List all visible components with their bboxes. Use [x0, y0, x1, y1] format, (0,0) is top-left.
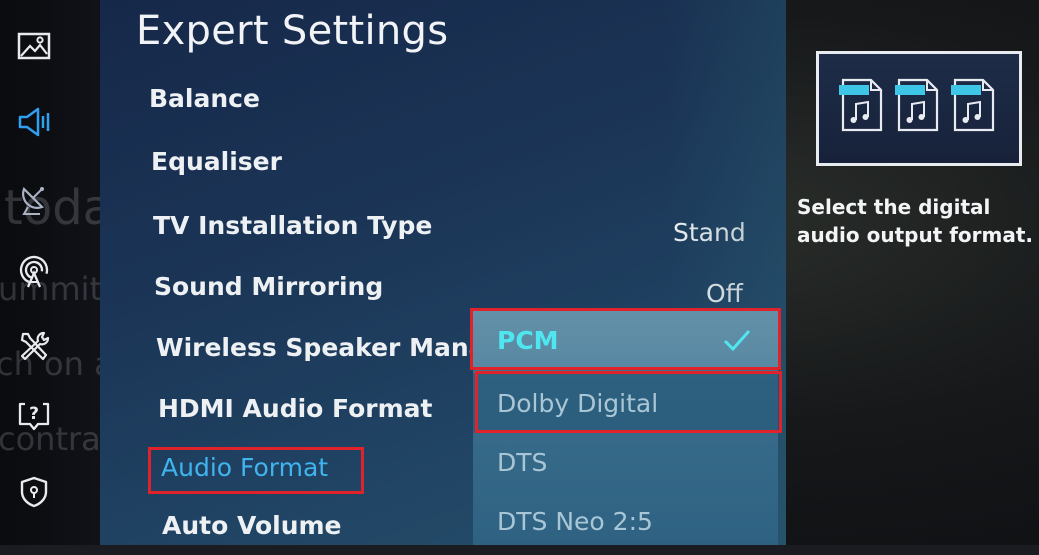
antenna-icon [19, 255, 49, 288]
menu-item-balance[interactable]: Balance [149, 84, 260, 113]
tools-icon [20, 331, 50, 361]
setting-description: Select the digital audio output format. [797, 195, 1034, 247]
option-label: DTS [497, 447, 548, 477]
svg-text:?: ? [29, 404, 39, 424]
speaker-icon [18, 107, 50, 137]
annotation-box [148, 447, 364, 494]
sidebar-item-privacy[interactable] [14, 474, 54, 510]
menu-item-hdmi-audio-format[interactable]: HDMI Audio Format [158, 394, 433, 423]
info-panel: Select the digital audio output format. [786, 0, 1039, 545]
shield-icon [20, 476, 48, 508]
sidebar-item-sound[interactable] [14, 104, 54, 140]
audio-file-icon [839, 78, 883, 132]
audio-file-icon [951, 78, 995, 132]
sidebar-item-picture[interactable] [14, 28, 54, 64]
menu-item-wireless-speaker-manager[interactable]: Wireless Speaker Manage [156, 333, 520, 362]
tv-screen: toda ummit ch on a contrac ? Expert Sett… [0, 0, 1039, 545]
annotation-box [470, 308, 781, 370]
sidebar-item-broadcasting[interactable] [14, 182, 54, 218]
menu-item-sound-mirroring[interactable]: Sound Mirroring [154, 272, 383, 301]
menu-item-auto-volume[interactable]: Auto Volume [162, 511, 342, 540]
sidebar-item-network[interactable] [14, 254, 54, 290]
help-icon: ? [18, 402, 50, 431]
option-dts[interactable]: DTS [473, 432, 778, 492]
satellite-dish-icon [22, 187, 44, 215]
audio-format-preview [816, 51, 1022, 166]
option-label: DTS Neo 2:5 [497, 506, 653, 536]
settings-sidebar: toda ummit ch on a contrac ? [0, 0, 118, 545]
sound-mirroring-value: Off [706, 279, 743, 308]
picture-icon [17, 32, 51, 60]
page-title: Expert Settings [136, 8, 449, 54]
menu-item-tv-installation-type[interactable]: TV Installation Type [153, 211, 432, 240]
tv-installation-type-value: Stand [673, 218, 746, 247]
sidebar-item-general[interactable] [14, 328, 54, 364]
annotation-box [475, 371, 782, 433]
menu-item-equaliser[interactable]: Equaliser [151, 147, 282, 176]
sidebar-item-support[interactable]: ? [14, 398, 54, 434]
audio-file-icon [895, 78, 939, 132]
option-dts-neo[interactable]: DTS Neo 2:5 [473, 491, 778, 551]
